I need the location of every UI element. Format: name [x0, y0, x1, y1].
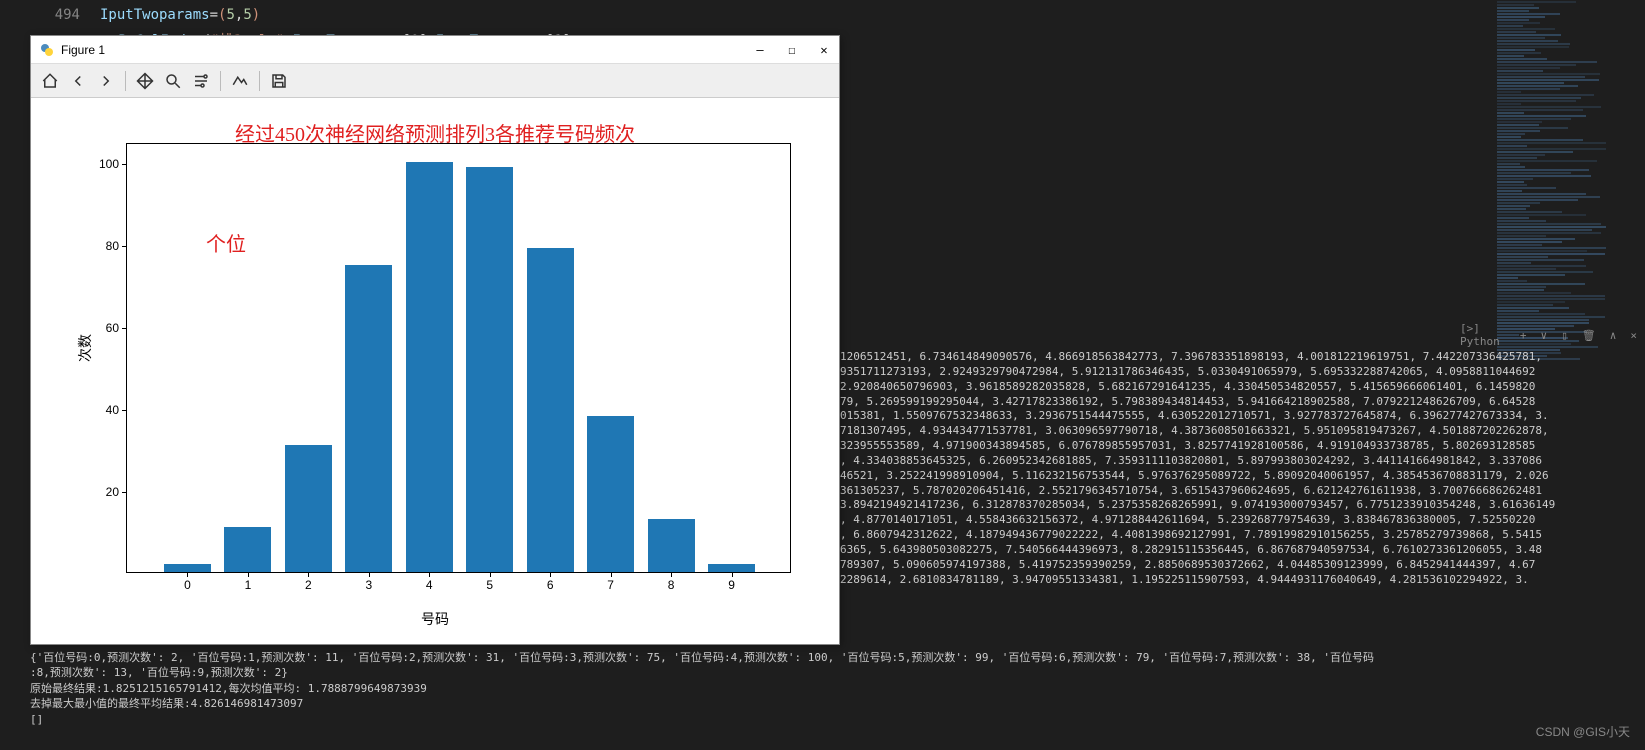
titlebar[interactable]: Figure 1 — ☐ ✕	[31, 36, 839, 64]
window-title: Figure 1	[61, 43, 753, 57]
y-axis-label: 次数	[75, 334, 95, 362]
bar	[648, 519, 695, 572]
terminal-dropdown-icon[interactable]: ∨	[1538, 329, 1551, 342]
save-icon[interactable]	[266, 68, 292, 94]
x-axis-label: 号码	[421, 609, 449, 629]
bar	[527, 248, 574, 572]
terminal-trash-icon[interactable]: 🗑	[1579, 329, 1599, 342]
line-number: 494	[0, 7, 100, 23]
bar	[708, 564, 755, 572]
minimize-icon[interactable]: —	[753, 43, 767, 57]
output-line: 去掉最大最小值的最终平均结果:4.826146981473097	[30, 696, 1635, 711]
bar	[285, 445, 332, 572]
output-line: []	[30, 712, 1635, 727]
zoom-icon[interactable]	[160, 68, 186, 94]
terminal-up-icon[interactable]: ∧	[1607, 329, 1620, 342]
bottom-output: {'百位号码:0,预测次数': 2, '百位号码:1,预测次数': 11, '百…	[30, 650, 1635, 727]
terminal-split-icon[interactable]: ▯	[1558, 329, 1571, 342]
edit-icon[interactable]	[227, 68, 253, 94]
pan-icon[interactable]	[132, 68, 158, 94]
close-icon[interactable]: ✕	[817, 43, 831, 57]
bar	[466, 167, 513, 572]
output-line: 原始最终结果:1.8251215165791412,每次均值平均: 1.7888…	[30, 681, 1635, 696]
bar	[224, 527, 271, 572]
code-line: IputTwoparams=(5,5)	[100, 7, 260, 23]
terminal-header: [>] Python + ∨ ▯ 🗑 ∧ ×	[1460, 325, 1640, 345]
app-icon	[39, 42, 55, 58]
terminal-close-icon[interactable]: ×	[1627, 329, 1640, 342]
back-icon[interactable]	[65, 68, 91, 94]
figure-window: Figure 1 — ☐ ✕ 经过450次神经网络预测排列3各推荐号码频次 个位…	[30, 35, 840, 645]
terminal-output: 1206512451, 6.734614849090576, 4.8669185…	[840, 350, 1635, 588]
output-line: :8,预测次数': 13, '百位号码:9,预测次数': 2}	[30, 665, 1635, 680]
bar	[164, 564, 211, 572]
maximize-icon[interactable]: ☐	[785, 43, 799, 57]
bar	[587, 416, 634, 572]
minimap[interactable]	[1493, 0, 1643, 320]
matplotlib-toolbar	[31, 64, 839, 98]
configure-icon[interactable]	[188, 68, 214, 94]
home-icon[interactable]	[37, 68, 63, 94]
terminal-label: [>] Python	[1460, 322, 1509, 348]
bar	[406, 162, 453, 572]
bar	[345, 265, 392, 572]
terminal-add-icon[interactable]: +	[1517, 329, 1530, 342]
forward-icon[interactable]	[93, 68, 119, 94]
watermark: CSDN @GIS小天	[1536, 723, 1630, 740]
chart-axes: 204060801000123456789	[126, 143, 791, 573]
output-line: {'百位号码:0,预测次数': 2, '百位号码:1,预测次数': 11, '百…	[30, 650, 1635, 665]
plot-area: 经过450次神经网络预测排列3各推荐号码频次 个位 次数 20406080100…	[31, 98, 839, 644]
